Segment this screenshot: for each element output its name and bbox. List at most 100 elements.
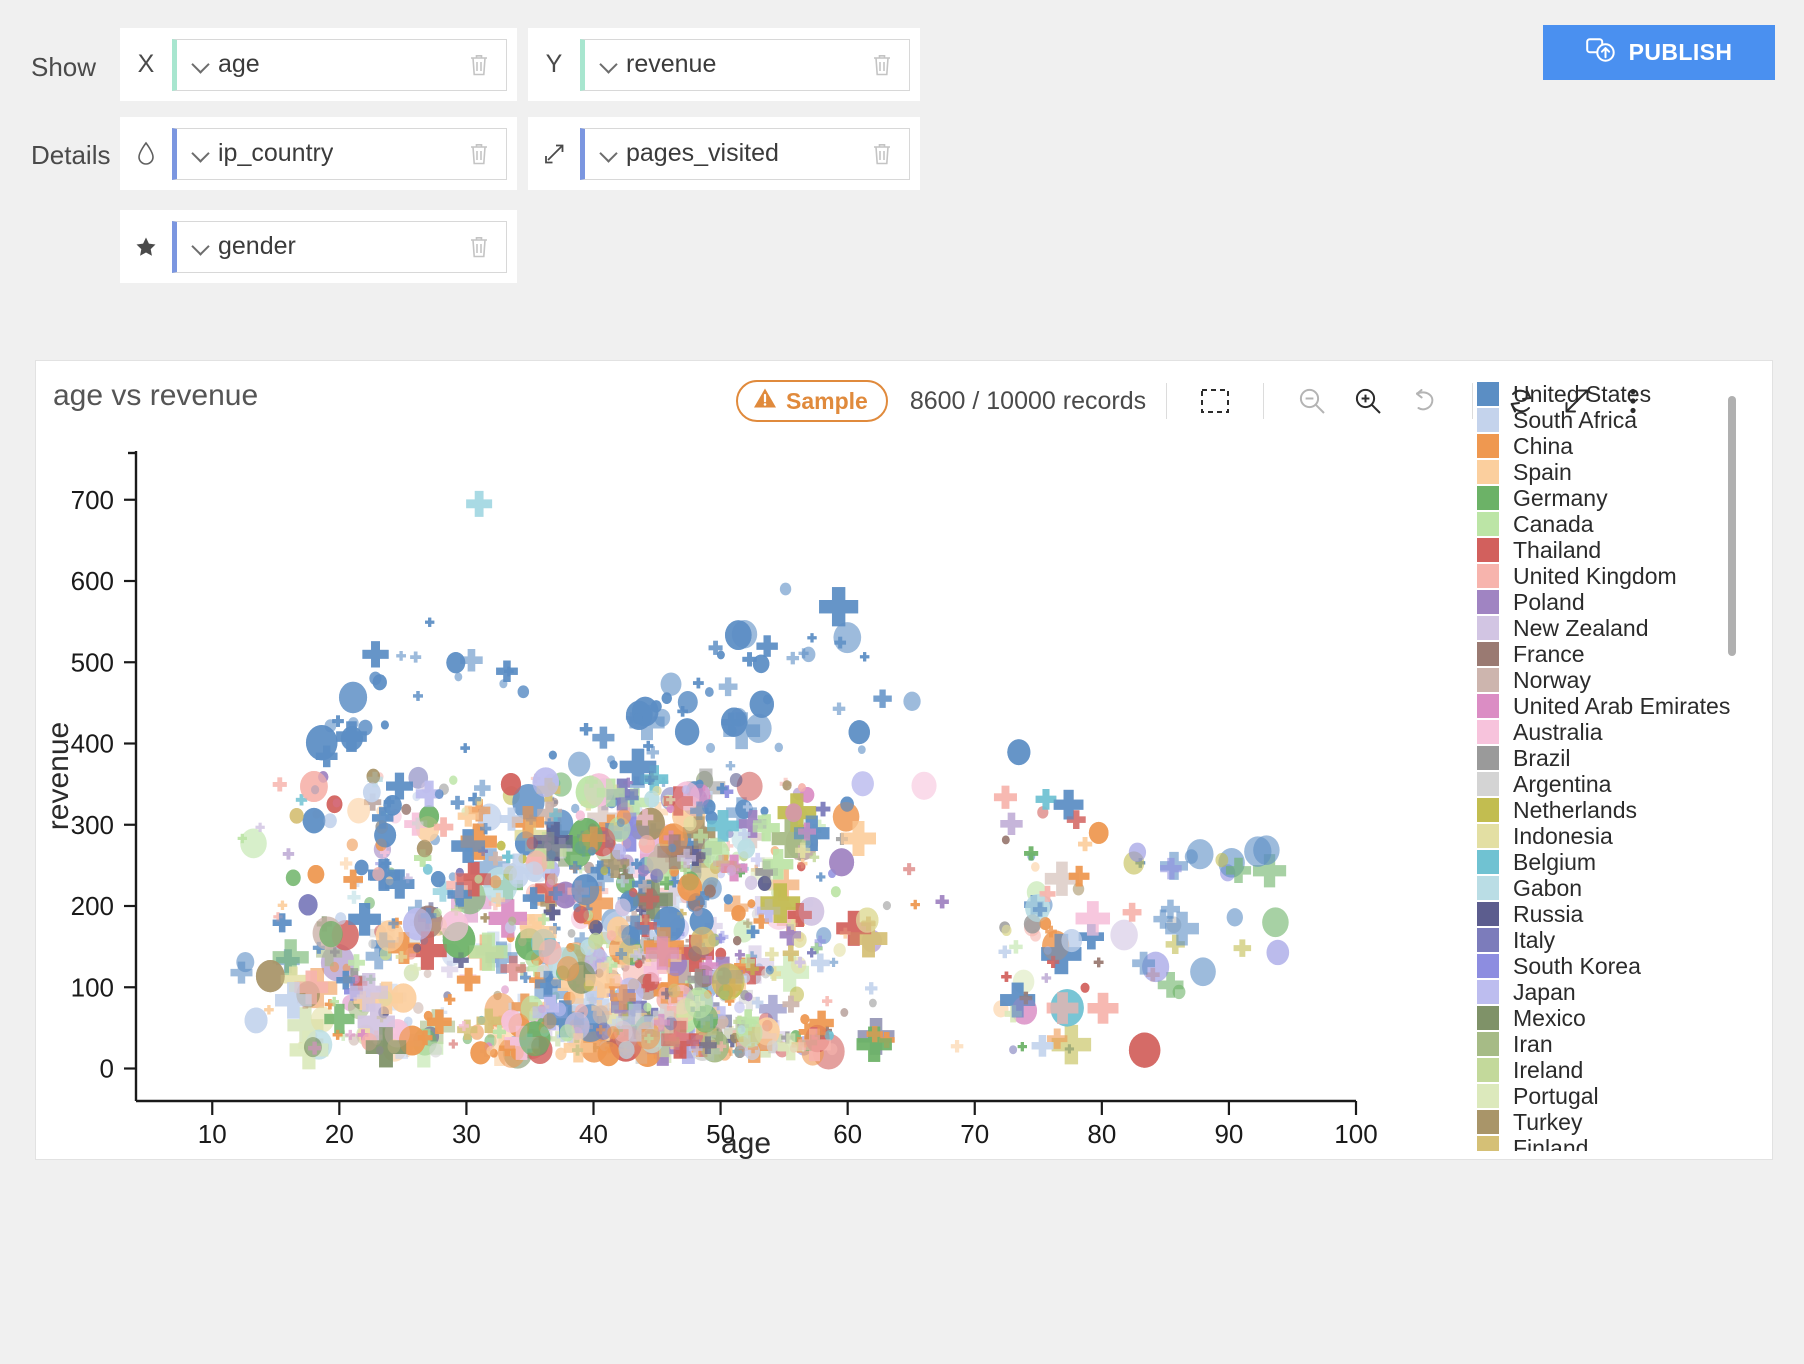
scatter-marker[interactable] — [501, 1009, 522, 1033]
scatter-marker[interactable] — [725, 760, 736, 771]
scatter-marker[interactable] — [568, 751, 591, 777]
scatter-marker[interactable] — [450, 795, 465, 810]
scatter-marker[interactable] — [302, 807, 326, 834]
scatter-marker[interactable] — [347, 797, 371, 824]
legend-item[interactable]: France — [1477, 641, 1739, 667]
scatter-marker[interactable] — [1088, 821, 1109, 844]
scatter-marker[interactable] — [282, 848, 295, 860]
scatter-marker[interactable] — [848, 720, 870, 745]
scatter-marker[interactable] — [903, 863, 916, 876]
legend-item[interactable]: Portugal — [1477, 1083, 1739, 1109]
scatter-marker[interactable] — [326, 795, 343, 814]
scatter-marker[interactable] — [716, 650, 725, 660]
scatter-marker[interactable] — [305, 725, 338, 761]
scatter-marker[interactable] — [546, 873, 558, 886]
legend-item[interactable]: Belgium — [1477, 849, 1739, 875]
scatter-marker[interactable] — [416, 839, 433, 858]
scatter-marker[interactable] — [618, 1040, 635, 1060]
field-select-color[interactable]: ip_country — [172, 127, 507, 180]
scatter-marker[interactable] — [704, 687, 714, 697]
scatter-marker[interactable] — [277, 900, 288, 911]
scatter-marker[interactable] — [628, 887, 638, 898]
undo-button[interactable] — [1402, 379, 1446, 423]
scatter-marker[interactable] — [628, 978, 640, 991]
scatter-marker[interactable] — [833, 943, 846, 957]
chevron-down-icon[interactable] — [601, 146, 616, 161]
scatter-marker[interactable] — [668, 843, 677, 853]
publish-button[interactable]: PUBLISH — [1543, 25, 1775, 80]
legend-item[interactable]: Mexico — [1477, 1005, 1739, 1031]
scatter-marker[interactable] — [532, 767, 559, 798]
scatter-marker[interactable] — [1087, 992, 1119, 1024]
scatter-marker[interactable] — [733, 936, 742, 946]
legend-item[interactable]: Germany — [1477, 485, 1739, 511]
legend-item[interactable]: Italy — [1477, 927, 1739, 953]
scatter-marker[interactable] — [702, 799, 716, 815]
scatter-marker[interactable] — [688, 946, 702, 962]
scatter-marker[interactable] — [519, 1021, 551, 1057]
encoding-pill-size[interactable]: pages_visited — [528, 117, 920, 190]
chevron-down-icon[interactable] — [601, 57, 616, 72]
legend-item[interactable]: Gabon — [1477, 875, 1739, 901]
legend-item[interactable]: Brazil — [1477, 745, 1739, 771]
scatter-marker[interactable] — [607, 1026, 619, 1040]
scatter-marker[interactable] — [289, 807, 304, 824]
scatter-marker[interactable] — [548, 750, 557, 760]
scatter-marker[interactable] — [851, 771, 874, 797]
field-select-y[interactable]: revenue — [580, 38, 910, 91]
scatter-marker[interactable] — [1035, 788, 1057, 810]
legend-item[interactable]: Australia — [1477, 719, 1739, 745]
scatter-marker[interactable] — [339, 857, 353, 870]
scatter-marker[interactable] — [711, 963, 745, 1001]
scatter-marker[interactable] — [674, 718, 700, 746]
scatter-marker[interactable] — [766, 1040, 779, 1053]
scatter-marker[interactable] — [500, 772, 522, 796]
scatter-marker[interactable] — [446, 652, 466, 674]
scatter-marker[interactable] — [1215, 852, 1229, 868]
legend-item[interactable]: United States — [1477, 381, 1739, 407]
scatter-marker[interactable] — [1172, 984, 1186, 1000]
scatter-marker[interactable] — [840, 796, 854, 812]
scatter-marker[interactable] — [840, 1008, 849, 1017]
scatter-marker[interactable] — [650, 868, 664, 883]
scatter-marker[interactable] — [721, 707, 748, 737]
scatter-marker[interactable] — [571, 874, 600, 906]
scatter-marker[interactable] — [474, 874, 483, 884]
scatter-marker[interactable] — [1128, 842, 1147, 862]
legend-item[interactable]: New Zealand — [1477, 615, 1739, 641]
scatter-marker[interactable] — [366, 768, 381, 784]
legend-item[interactable]: Turkey — [1477, 1109, 1739, 1135]
scatter-marker[interactable] — [857, 745, 866, 755]
encoding-pill-color[interactable]: ip_country — [120, 117, 517, 190]
sample-badge[interactable]: Sample — [736, 380, 888, 422]
scatter-marker[interactable] — [828, 957, 839, 967]
scatter-marker[interactable] — [801, 646, 816, 663]
scatter-marker[interactable] — [1024, 846, 1039, 861]
scatter-marker[interactable] — [1110, 919, 1138, 951]
legend-item[interactable]: Spain — [1477, 459, 1739, 485]
scatter-marker[interactable] — [240, 828, 267, 859]
scatter-marker[interactable] — [695, 779, 704, 789]
scatter-marker[interactable] — [865, 982, 878, 995]
scatter-marker[interactable] — [782, 780, 792, 791]
zoom-out-button[interactable] — [1290, 379, 1334, 423]
scatter-marker[interactable] — [1039, 916, 1052, 930]
scatter-marker[interactable] — [798, 783, 806, 792]
scatter-marker[interactable] — [413, 943, 422, 953]
chevron-down-icon[interactable] — [193, 146, 208, 161]
scatter-marker[interactable] — [1017, 1041, 1027, 1052]
scatter-marker[interactable] — [402, 907, 432, 941]
scatter-marker[interactable] — [873, 689, 892, 708]
scatter-marker[interactable] — [731, 905, 746, 922]
scatter-marker[interactable] — [833, 622, 862, 654]
legend-item[interactable]: Iran — [1477, 1031, 1739, 1057]
scatter-marker[interactable] — [638, 834, 655, 854]
scatter-marker[interactable] — [717, 1015, 729, 1029]
scatter-marker[interactable] — [449, 775, 458, 785]
scatter-marker[interactable] — [412, 690, 423, 701]
chevron-down-icon[interactable] — [193, 57, 208, 72]
field-select-x[interactable]: age — [172, 38, 507, 91]
legend-item[interactable]: Thailand — [1477, 537, 1739, 563]
scatter-marker[interactable] — [816, 872, 826, 882]
scatter-points[interactable] — [230, 490, 1290, 1070]
